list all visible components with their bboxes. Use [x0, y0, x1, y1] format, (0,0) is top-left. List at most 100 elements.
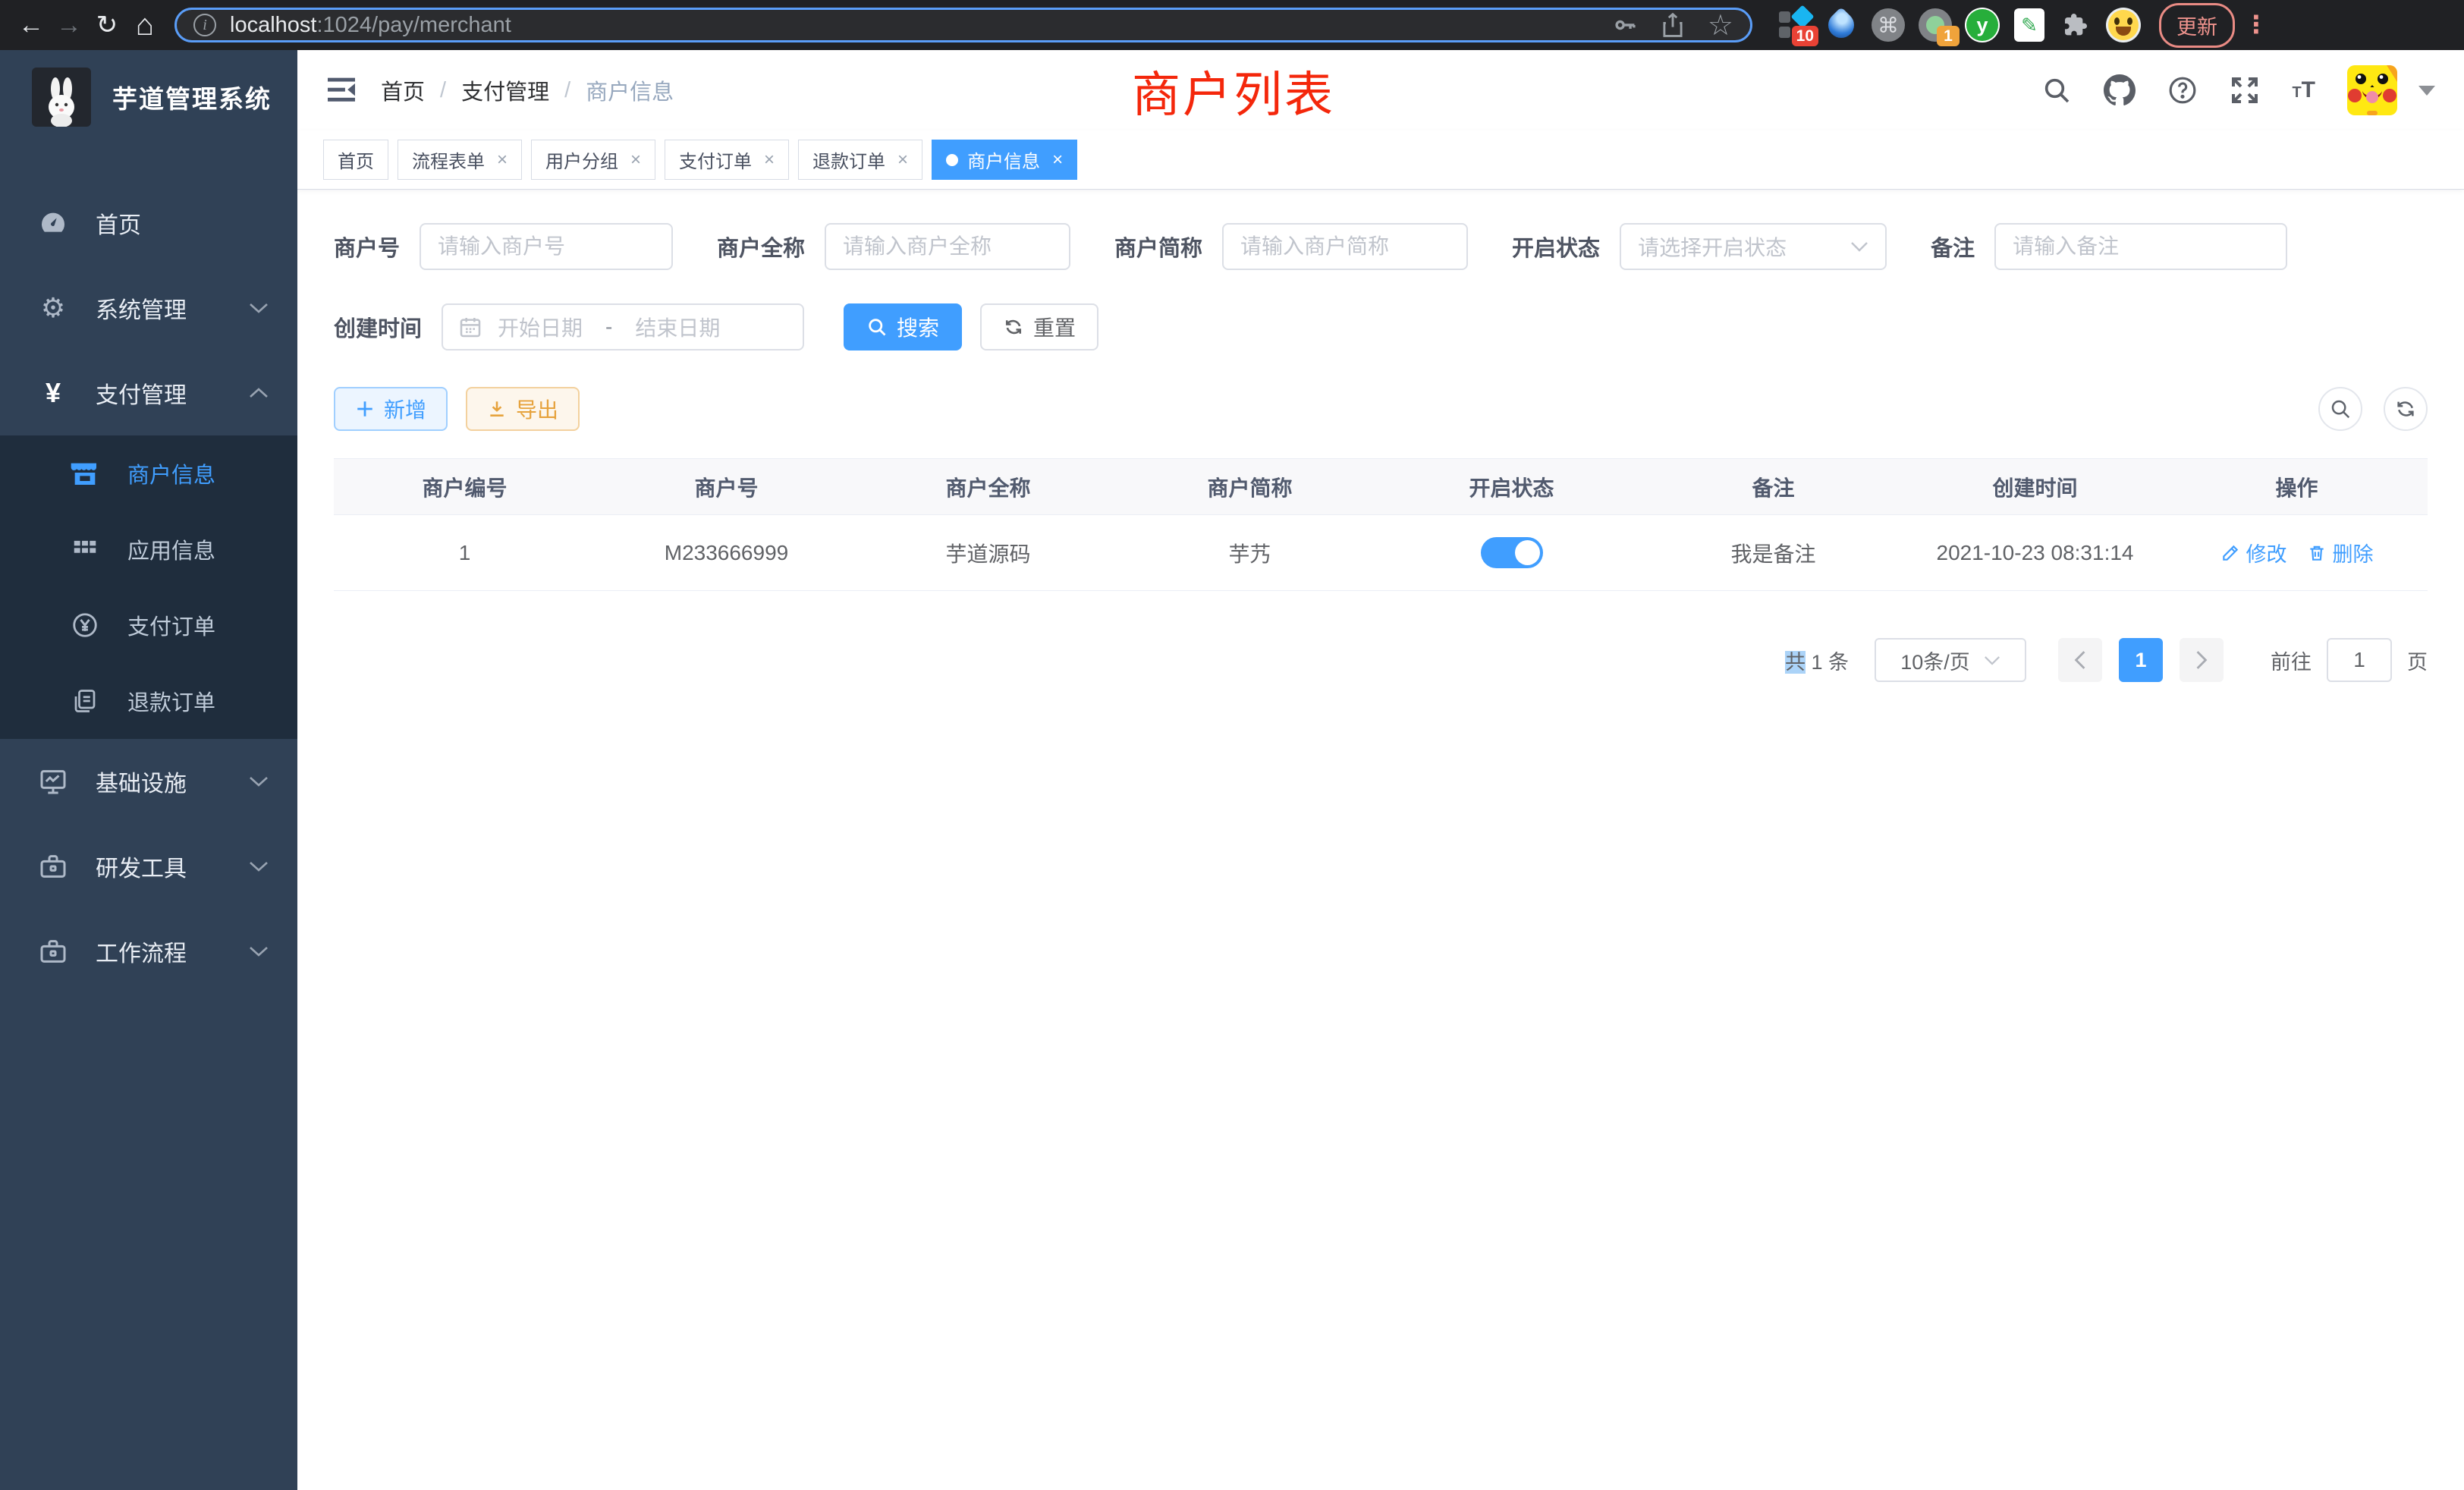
font-size-icon[interactable]: TT [2292, 77, 2315, 103]
smiley-extension-icon[interactable] [2105, 7, 2142, 43]
goto-page-input[interactable] [2327, 638, 2392, 682]
extension-badge: 10 [1792, 26, 1818, 46]
tab-merchant-info[interactable]: 商户信息× [932, 140, 1077, 180]
puzzle-extension-icon[interactable] [2058, 7, 2095, 43]
table-header-row: 商户编号 商户号 商户全称 商户简称 开启状态 备注 创建时间 操作 [334, 459, 2428, 515]
page-size-select[interactable]: 10条/页 [1875, 638, 2026, 682]
search-icon[interactable] [2041, 75, 2072, 105]
address-bar[interactable]: i localhost:1024/pay/merchant ☆ [174, 8, 1752, 42]
browser-forward-button[interactable]: → [50, 6, 88, 44]
cell-status [1381, 537, 1642, 568]
short-name-input[interactable] [1222, 223, 1468, 270]
refresh-button[interactable] [2384, 387, 2428, 431]
sidebar-item-dev-tools[interactable]: 研发工具 [0, 824, 297, 909]
user-avatar[interactable] [2347, 65, 2397, 115]
sidebar-item-workflow[interactable]: 工作流程 [0, 909, 297, 994]
sidebar-item-home[interactable]: 首页 [0, 181, 297, 266]
remark-input[interactable] [1994, 223, 2287, 270]
github-icon[interactable] [2104, 74, 2136, 106]
help-icon[interactable] [2167, 75, 2198, 105]
column-header: 商户简称 [1119, 472, 1381, 502]
pagination: 共 1 条 10条/页 1 前往 页 [334, 638, 2428, 682]
documents-icon [67, 687, 103, 715]
url-path: :1024/pay/merchant [316, 13, 511, 38]
prev-page-button[interactable] [2058, 638, 2102, 682]
close-icon[interactable]: × [897, 149, 908, 171]
page-annotation: 商户列表 [1132, 56, 1335, 126]
status-toggle[interactable] [1481, 537, 1543, 568]
sidebar-item-infrastructure[interactable]: 基础设施 [0, 739, 297, 824]
date-separator: - [605, 315, 612, 339]
delete-link[interactable]: 删除 [2307, 538, 2374, 567]
search-button[interactable]: 搜索 [844, 303, 962, 350]
gem-extension-icon[interactable] [1823, 7, 1859, 43]
close-icon[interactable]: × [630, 149, 641, 171]
avatar-caret-icon[interactable] [2418, 86, 2435, 96]
chevron-down-icon [1984, 655, 2000, 665]
grid-diamond-extension-icon[interactable]: 10 [1776, 7, 1812, 43]
browser-back-button[interactable]: ← [12, 6, 50, 44]
breadcrumb-pay[interactable]: 支付管理 [461, 74, 549, 106]
reset-button[interactable]: 重置 [980, 303, 1098, 350]
bookmark-star-icon[interactable]: ☆ [1708, 8, 1733, 42]
pencil-icon [2220, 543, 2240, 563]
sidebar-logo-row[interactable]: 芋道管理系统 [0, 50, 297, 144]
goto-label: 前往 [2271, 646, 2312, 675]
field-label: 商户号 [334, 231, 400, 262]
command-extension-icon[interactable]: ⌘ [1870, 7, 1906, 43]
sidebar-item-pay-order[interactable]: 支付订单 [0, 587, 297, 663]
browser-home-button[interactable]: ⌂ [126, 6, 164, 44]
close-icon[interactable]: × [1052, 149, 1063, 171]
sidebar-item-app-info[interactable]: 应用信息 [0, 511, 297, 587]
chevron-down-icon [249, 860, 269, 872]
browser-update-button[interactable]: 更新 [2159, 3, 2235, 48]
merchant-no-input[interactable] [420, 223, 673, 270]
edit-link[interactable]: 修改 [2220, 538, 2287, 567]
sidebar-item-pay[interactable]: ¥ 支付管理 [0, 350, 297, 435]
page-number-button[interactable]: 1 [2119, 638, 2163, 682]
date-end-placeholder: 结束日期 [635, 312, 720, 342]
status-select[interactable]: 请选择开启状态 [1620, 223, 1887, 270]
tab-user-group[interactable]: 用户分组× [531, 140, 655, 180]
fullscreen-icon[interactable] [2230, 75, 2260, 105]
dashboard-icon [35, 208, 71, 238]
sidebar-item-refund-order[interactable]: 退款订单 [0, 663, 297, 739]
y-extension-icon[interactable]: y [1964, 7, 2000, 43]
close-icon[interactable]: × [497, 149, 508, 171]
breadcrumb-home[interactable]: 首页 [381, 74, 425, 106]
close-icon[interactable]: × [764, 149, 775, 171]
sidebar-item-system[interactable]: ⚙ 系统管理 [0, 266, 297, 350]
tags-view: 首页 流程表单× 用户分组× 支付订单× 退款订单× 商户信息× [297, 130, 2464, 190]
goto-page: 前往 页 [2271, 638, 2428, 682]
chevron-down-icon [249, 775, 269, 787]
table-toolbar: 新增 导出 [334, 387, 2428, 431]
tab-refund-order[interactable]: 退款订单× [798, 140, 922, 180]
app-window: 芋道管理系统 首页 ⚙ 系统管理 ¥ 支付管理 [0, 50, 2464, 1490]
chevron-down-icon [1850, 241, 1868, 252]
share-icon[interactable] [1661, 12, 1685, 38]
date-range-picker[interactable]: 开始日期 - 结束日期 [442, 303, 804, 350]
export-button[interactable]: 导出 [466, 387, 580, 431]
shop-icon [67, 458, 103, 489]
site-info-icon[interactable]: i [193, 14, 216, 36]
page-unit-label: 页 [2407, 646, 2428, 675]
full-name-input[interactable] [825, 223, 1070, 270]
password-key-icon[interactable] [1612, 12, 1638, 38]
merchant-table: 商户编号 商户号 商户全称 商户简称 开启状态 备注 创建时间 操作 1 M23… [334, 458, 2428, 591]
circle-extension-icon[interactable]: 1 [1917, 7, 1953, 43]
tab-pay-order[interactable]: 支付订单× [665, 140, 789, 180]
column-header: 备注 [1642, 472, 1904, 502]
date-start-placeholder: 开始日期 [498, 312, 583, 342]
add-button[interactable]: 新增 [334, 387, 448, 431]
app-title: 芋道管理系统 [112, 79, 272, 115]
note-extension-icon[interactable]: ✎ [2011, 7, 2048, 43]
sidebar-item-merchant-info[interactable]: 商户信息 [0, 435, 297, 511]
next-page-button[interactable] [2180, 638, 2224, 682]
filter-remark: 备注 [1931, 223, 2287, 270]
tab-home[interactable]: 首页 [323, 140, 388, 180]
browser-reload-button[interactable]: ↻ [88, 6, 126, 44]
browser-menu-icon[interactable]: ⋮ [2244, 17, 2264, 33]
show-search-button[interactable] [2318, 387, 2362, 431]
sidebar-collapse-icon[interactable] [326, 77, 357, 104]
tab-process-form[interactable]: 流程表单× [398, 140, 522, 180]
